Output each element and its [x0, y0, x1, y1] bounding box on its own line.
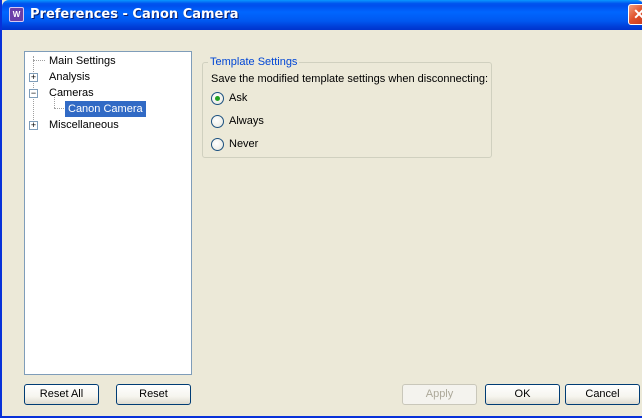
- close-button[interactable]: ✕: [628, 4, 642, 25]
- tree-item-label: Cameras: [49, 87, 94, 99]
- tree-item-label: Analysis: [49, 71, 90, 83]
- radio-ask[interactable]: Ask: [211, 91, 271, 107]
- apply-button[interactable]: Apply: [402, 384, 477, 405]
- radio-button-icon[interactable]: [211, 138, 224, 151]
- radio-button-icon[interactable]: [211, 115, 224, 128]
- radio-never[interactable]: Never: [211, 137, 281, 153]
- window-title: Preferences - Canon Camera: [30, 7, 239, 22]
- collapse-icon[interactable]: −: [29, 89, 38, 98]
- tree-item-cameras[interactable]: − Cameras: [25, 85, 185, 101]
- app-icon: W: [9, 7, 24, 22]
- reset-all-button[interactable]: Reset All: [24, 384, 99, 405]
- radio-label: Never: [229, 138, 259, 150]
- settings-tree[interactable]: Main Settings + Analysis − Cameras Canon…: [24, 51, 192, 375]
- tree-item-label: Miscellaneous: [49, 119, 119, 131]
- group-title: Template Settings: [208, 56, 300, 68]
- radio-button-icon[interactable]: [211, 92, 224, 105]
- group-description: Save the modified template settings when…: [211, 73, 488, 85]
- radio-label: Always: [229, 115, 264, 127]
- preferences-window: W Preferences - Canon Camera ✕ Main Sett…: [0, 0, 642, 418]
- expand-icon[interactable]: +: [29, 121, 38, 130]
- tree-item-analysis[interactable]: + Analysis: [25, 69, 185, 85]
- radio-always[interactable]: Always: [211, 114, 281, 130]
- close-icon: ✕: [633, 6, 642, 22]
- cancel-button[interactable]: Cancel: [565, 384, 640, 405]
- expand-icon[interactable]: +: [29, 73, 38, 82]
- tree-item-canon-camera[interactable]: Canon Camera: [25, 101, 185, 117]
- reset-button[interactable]: Reset: [116, 384, 191, 405]
- tree-item-label: Canon Camera: [65, 101, 146, 117]
- radio-selected-dot: [215, 96, 220, 101]
- radio-label: Ask: [229, 92, 248, 104]
- tree-item-miscellaneous[interactable]: + Miscellaneous: [25, 117, 185, 133]
- tree-item-main-settings[interactable]: Main Settings: [25, 53, 185, 69]
- template-settings-group: Template Settings Save the modified temp…: [202, 56, 492, 158]
- title-bar[interactable]: W Preferences - Canon Camera ✕: [2, 0, 642, 30]
- ok-button[interactable]: OK: [485, 384, 560, 405]
- tree-item-label: Main Settings: [49, 55, 116, 67]
